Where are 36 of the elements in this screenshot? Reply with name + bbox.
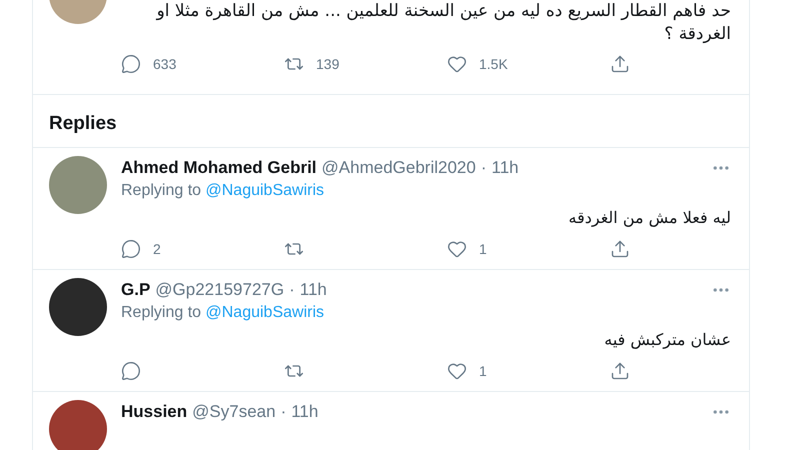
heart-icon[interactable] bbox=[447, 239, 467, 259]
reply-text: ليه فعلا مش من الغردقه bbox=[568, 207, 731, 229]
timestamp[interactable]: 11h bbox=[492, 158, 519, 178]
timestamp[interactable]: 11h bbox=[300, 280, 327, 300]
user-name[interactable]: G.P bbox=[121, 280, 150, 300]
user-name[interactable]: Hussien bbox=[121, 402, 188, 422]
action-count: 633 bbox=[153, 56, 176, 72]
share-icon[interactable] bbox=[610, 239, 630, 259]
user-name[interactable]: Ahmed Mohamed Gebril bbox=[121, 158, 317, 178]
comment-icon[interactable] bbox=[121, 54, 141, 74]
action-count: 1 bbox=[479, 241, 487, 257]
user-handle[interactable]: @AhmedGebril2020 bbox=[322, 158, 476, 178]
comment-icon[interactable] bbox=[121, 239, 141, 259]
replies-heading: Replies bbox=[33, 94, 749, 148]
replying-label: Replying to bbox=[121, 182, 202, 199]
avatar[interactable] bbox=[49, 400, 107, 450]
heart-icon[interactable] bbox=[447, 54, 467, 74]
separator-dot: · bbox=[280, 402, 286, 422]
action-count: 1.5K bbox=[479, 56, 508, 72]
timestamp[interactable]: 11h bbox=[291, 402, 318, 422]
share-icon[interactable] bbox=[610, 361, 630, 381]
user-handle[interactable]: @Gp22159727G bbox=[155, 280, 284, 300]
share-icon[interactable] bbox=[610, 54, 630, 74]
mention-link[interactable]: @NaguibSawiris bbox=[206, 182, 324, 199]
heart-icon[interactable] bbox=[447, 361, 467, 381]
action-count: 2 bbox=[153, 241, 161, 257]
user-handle[interactable]: @Sy7sean bbox=[192, 402, 276, 422]
replying-label: Replying to bbox=[121, 304, 202, 321]
comment-icon[interactable] bbox=[121, 361, 141, 381]
separator-dot: · bbox=[480, 158, 486, 178]
separator-dot: · bbox=[289, 280, 295, 300]
reply-text: عشان متركبش فيه bbox=[603, 329, 731, 351]
tweet-text: حد فاهم القطار السريع ده ليه من عين السخنة للعلمين ... مش من القاهرة مثلا او الغردقة ؟ bbox=[154, 0, 731, 46]
mention-link[interactable]: @NaguibSawiris bbox=[206, 304, 324, 321]
action-count: 139 bbox=[316, 56, 340, 72]
action-count: 1 bbox=[479, 363, 487, 379]
